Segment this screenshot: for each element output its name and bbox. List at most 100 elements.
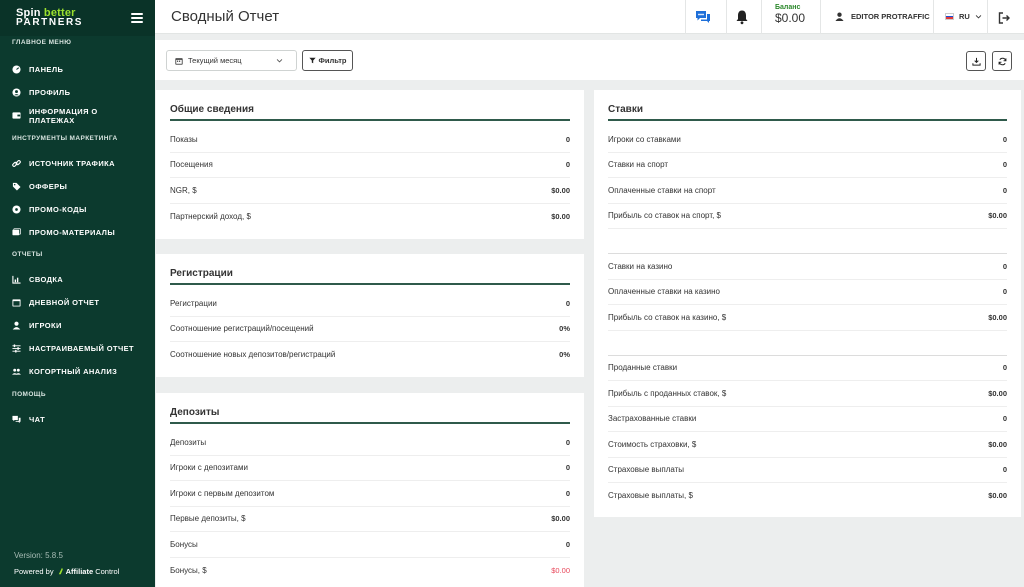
- page-title: Сводный Отчет: [171, 8, 280, 25]
- chevron-down-icon: [975, 15, 982, 19]
- filter-button[interactable]: Фильтр: [302, 50, 353, 71]
- list-item: Прибыль со ставок на казино, $ $0.00: [608, 305, 1007, 331]
- group-divider: [608, 331, 1007, 356]
- chat-icon[interactable]: [695, 9, 711, 25]
- filter-toolbar: Текущий месяц Фильтр: [155, 40, 1024, 80]
- promo-icon: [12, 205, 21, 214]
- filter-icon: [308, 57, 316, 64]
- list-item: Стоимость страховки, $ $0.00: [608, 432, 1007, 458]
- sidebar-item-offers[interactable]: ОФФЕРЫ: [0, 175, 155, 198]
- sidebar-item-dashboard[interactable]: ПАНЕЛЬ: [0, 58, 155, 81]
- sidebar-section-title: ОТЧЕТЫ: [12, 251, 43, 258]
- sidebar-item-label: ИСТОЧНИК ТРАФИКА: [29, 159, 115, 168]
- user-icon: [835, 12, 844, 21]
- sidebar-item-label: ПРОМО-КОДЫ: [29, 205, 87, 214]
- user-icon: [12, 88, 21, 97]
- sidebar-section-title: ПОМОЩЬ: [12, 391, 46, 398]
- download-icon: [971, 57, 981, 66]
- sidebar-section-title: ГЛАВНОЕ МЕНЮ: [12, 39, 72, 46]
- list-item: Партнерский доход, $ $0.00: [170, 211, 570, 221]
- list-item: Игроки с первым депозитом 0: [170, 481, 570, 507]
- calendar-icon: [175, 57, 183, 65]
- list-item: Оплаченные ставки на казино 0: [608, 280, 1007, 305]
- list-item: Бонусы, $ $0.00: [170, 565, 570, 575]
- bell-icon[interactable]: [734, 9, 750, 25]
- logo-bar: Spin better PARTNERS: [0, 0, 155, 36]
- list-item: Прибыль со ставок на спорт, $ $0.00: [608, 204, 1007, 229]
- list-item: Посещения 0: [170, 153, 570, 178]
- sliders-icon: [12, 344, 21, 353]
- registrations-card: Регистрации Регистрации 0 Соотношение рег…: [156, 254, 584, 377]
- sidebar-item-label: ПРОМО-МАТЕРИАЛЫ: [29, 228, 116, 237]
- list-item: Проданные ставки 0: [608, 356, 1007, 381]
- card-title: Ставки: [608, 104, 643, 115]
- sidebar-item-label: СВОДКА: [29, 275, 64, 284]
- list-item: Ставки на спорт 0: [608, 153, 1007, 178]
- language-selector[interactable]: RU: [945, 12, 982, 21]
- version-text: Version: 5.8.5: [14, 551, 63, 560]
- affiliate-control-icon: [58, 567, 63, 575]
- sidebar-item-label: ДНЕВНОЙ ОТЧЕТ: [29, 298, 100, 307]
- sidebar-item-promo-codes[interactable]: ПРОМО-КОДЫ: [0, 198, 155, 221]
- affiliate-control-logo: Affiliate Control: [58, 567, 119, 576]
- divider: [761, 0, 762, 34]
- sidebar-item-traffic-source[interactable]: ИСТОЧНИК ТРАФИКА: [0, 152, 155, 175]
- user-icon: [12, 321, 21, 330]
- list-item: Страховые выплаты 0: [608, 458, 1007, 483]
- refresh-button[interactable]: [992, 51, 1012, 71]
- sidebar-section-title: ИНСТРУМЕНТЫ МАРКЕТИНГА: [12, 135, 118, 142]
- list-item: NGR, $ $0.00: [170, 178, 570, 204]
- list-item: Ставки на казино 0: [608, 254, 1007, 280]
- list-item: Оплаченные ставки на спорт 0: [608, 178, 1007, 204]
- divider: [726, 0, 727, 34]
- card-title: Общие сведения: [170, 104, 254, 115]
- bets-card: Ставки Игроки со ставками 0 Ставки на спо…: [594, 90, 1021, 517]
- sidebar-item-summary[interactable]: СВОДКА: [0, 268, 155, 291]
- chart-icon: [12, 275, 21, 284]
- filter-button-label: Фильтр: [318, 56, 347, 65]
- sidebar-item-label: ИГРОКИ: [29, 321, 62, 330]
- list-item: Игроки со ставками 0: [608, 127, 1007, 153]
- chevron-down-icon: [276, 59, 283, 63]
- powered-by-label: Powered by: [14, 567, 54, 576]
- users-icon: [12, 367, 21, 376]
- sidebar-item-custom-report[interactable]: НАСТРАИВАЕМЫЙ ОТЧЕТ: [0, 337, 155, 360]
- list-item: Бонусы 0: [170, 532, 570, 558]
- logout-icon[interactable]: [998, 11, 1010, 24]
- sidebar-item-payments[interactable]: ИНФОРМАЦИЯ О ПЛАТЕЖАХ: [0, 104, 155, 127]
- chat-icon: [12, 415, 21, 424]
- wallet-icon: [12, 111, 21, 120]
- list-item: Игроки с депозитами 0: [170, 456, 570, 481]
- list-item: Показы 0: [170, 127, 570, 153]
- logo[interactable]: Spin better PARTNERS: [16, 8, 84, 28]
- date-range-select[interactable]: Текущий месяц: [166, 50, 297, 71]
- menu-toggle-icon[interactable]: [131, 13, 143, 23]
- list-item: Первые депозиты, $ $0.00: [170, 507, 570, 532]
- sidebar-item-promo-materials[interactable]: ПРОМО-МАТЕРИАЛЫ: [0, 221, 155, 244]
- deposits-card: Депозиты Депозиты 0 Игроки с депозитами 0 …: [156, 393, 584, 587]
- sidebar-item-cohort-analysis[interactable]: КОГОРТНЫЙ АНАЛИЗ: [0, 360, 155, 383]
- balance: Баланс $0.00: [775, 4, 805, 25]
- balance-label: Баланс: [775, 4, 801, 11]
- card-title: Регистрации: [170, 268, 233, 279]
- user-menu[interactable]: EDITOR PROTRAFFIC: [835, 12, 930, 21]
- language-code: RU: [959, 12, 970, 21]
- sidebar-item-label: ОФФЕРЫ: [29, 182, 68, 191]
- sidebar-item-profile[interactable]: ПРОФИЛЬ: [0, 81, 155, 104]
- divider: [685, 0, 686, 34]
- download-button[interactable]: [966, 51, 986, 71]
- sidebar-item-players[interactable]: ИГРОКИ: [0, 314, 155, 337]
- images-icon: [12, 228, 21, 237]
- card-title: Депозиты: [170, 407, 220, 418]
- list-item: Страховые выплаты, $ $0.00: [608, 491, 1007, 501]
- divider: [820, 0, 821, 34]
- sidebar: Spin better PARTNERS ГЛАВНОЕ МЕНЮ ПАНЕЛЬ…: [0, 0, 155, 587]
- tag-icon: [12, 182, 21, 191]
- sidebar-item-daily-report[interactable]: ДНЕВНОЙ ОТЧЕТ: [0, 291, 155, 314]
- list-item: Соотношение регистраций/посещений 0%: [170, 317, 570, 342]
- list-item: Регистрации 0: [170, 291, 570, 317]
- date-range-value: Текущий месяц: [188, 56, 242, 65]
- powered-by: Powered by Affiliate Control: [14, 567, 119, 576]
- sidebar-item-chat[interactable]: ЧАТ: [0, 408, 155, 431]
- logo-text-c: PARTNERS: [16, 17, 84, 28]
